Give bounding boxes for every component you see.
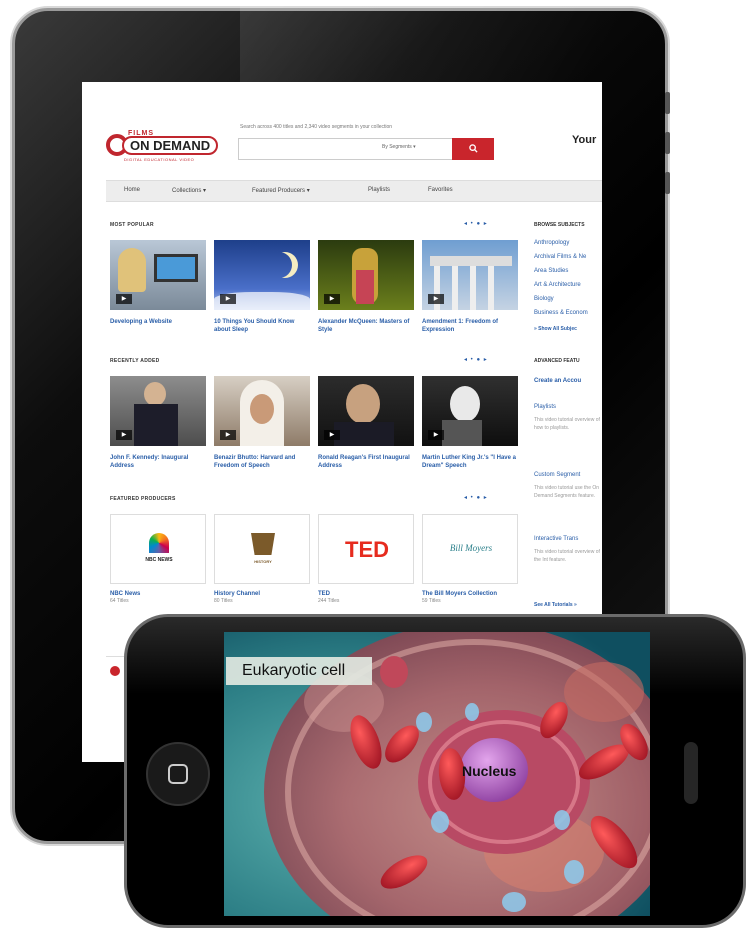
search-icon [468,144,478,153]
nav-featured-producers[interactable]: Featured Producers ▾ [252,187,310,194]
subject-link[interactable]: Business & Econom [534,310,588,316]
tablet-side-button [665,132,670,154]
browse-subjects-heading: BROWSE SUBJECTS [534,222,585,228]
site-logo[interactable]: FILMS ON DEMAND DIGITAL EDUCATIONAL VIDE… [106,130,224,166]
nav-collections[interactable]: Collections ▾ [172,187,206,194]
subject-link[interactable]: Anthropology [534,240,569,246]
producer-card[interactable]: NBC NEWS [110,514,206,584]
search-note: Search across 400 titles and 2,340 video… [240,124,393,130]
search-button[interactable] [452,138,494,160]
video-title[interactable]: Ronald Reagan's First Inaugural Address [318,454,416,470]
show-all-subjects-link[interactable]: » Show All Subjec [534,326,577,332]
carousel-arrows[interactable]: ◂ • ● ▸ [464,494,488,501]
producer-logo-text: HISTORY [254,559,272,564]
producer-card[interactable]: TED [318,514,414,584]
producer-card[interactable]: Bill Moyers [422,514,518,584]
recently-added-heading: RECENTLY ADDED [110,358,160,364]
advanced-features-heading: ADVANCED FEATU [534,358,580,364]
producer-count: 64 Titles [110,598,129,604]
video-title[interactable]: Benazir Bhutto: Harvard and Freedom of S… [214,454,312,470]
feature-title[interactable]: Interactive Trans [534,536,578,542]
video-title[interactable]: Alexander McQueen: Masters of Style [318,318,416,334]
video-title[interactable]: John F. Kennedy: Inaugural Address [110,454,208,470]
video-thumbnail[interactable]: ▶ [318,376,414,446]
producer-count: 244 Titles [318,598,340,604]
video-thumbnail[interactable]: ▶ [422,240,518,310]
producer-count: 59 Titles [422,598,441,604]
search-scope-select[interactable]: By Segments ▾ [382,144,416,150]
account-label[interactable]: Your [572,134,596,146]
video-thumbnail[interactable]: ▶ [422,376,518,446]
producer-name[interactable]: NBC News [110,590,208,598]
producer-card[interactable]: HISTORY [214,514,310,584]
phone-speaker [684,742,698,804]
search-input[interactable] [238,138,454,160]
subject-link[interactable]: Art & Architecture [534,282,581,288]
video-title[interactable]: 10 Things You Should Know about Sleep [214,318,312,334]
video-thumbnail[interactable]: ▶ [214,240,310,310]
nav-home[interactable]: Home [124,187,140,193]
feature-desc: This video tutorial use the On Demand Se… [534,485,600,499]
producer-name[interactable]: TED [318,590,416,598]
featured-producers-heading: FEATURED PRODUCERS [110,496,176,502]
producer-name[interactable]: History Channel [214,590,312,598]
feature-desc: This video tutorial overview of the Int … [534,549,600,563]
most-popular-heading: MOST POPULAR [110,222,154,228]
nav-playlists[interactable]: Playlists [368,187,390,193]
tablet-side-button [665,92,670,114]
video-thumbnail[interactable]: ▶ [318,240,414,310]
subject-link[interactable]: Biology [534,296,554,302]
video-thumbnail[interactable]: ▶ [110,376,206,446]
feature-desc: This video tutorial overview of how to p… [534,417,600,431]
video-caption-label: Eukaryotic cell [226,657,372,685]
carousel-arrows[interactable]: ◂ • ● ▸ [464,220,488,227]
create-account-link[interactable]: Create an Accou [534,378,581,384]
tablet-side-button [665,172,670,194]
logo-main-text: ON DEMAND [122,136,219,155]
main-nav: Home Collections ▾ Featured Producers ▾ … [106,180,602,202]
nav-favorites[interactable]: Favorites [428,187,453,193]
carousel-arrows[interactable]: ◂ • ● ▸ [464,356,488,363]
producer-logo-text: TED [345,537,389,562]
video-title[interactable]: Developing a Website [110,318,208,326]
subject-link[interactable]: Area Studies [534,268,568,274]
see-all-tutorials-link[interactable]: See All Tutorials » [534,602,577,608]
producer-logo-text: Bill Moyers [449,543,493,553]
feature-title[interactable]: Playlists [534,404,556,410]
nucleus-label: Nucleus [462,763,517,779]
home-button-icon [168,764,188,784]
producer-count: 80 Titles [214,598,233,604]
producer-logo-text: NBC NEWS [145,557,173,563]
video-title[interactable]: Martin Luther King Jr.'s "I Have a Dream… [422,454,520,470]
video-thumbnail[interactable]: ▶ [110,240,206,310]
logo-sub-text: DIGITAL EDUCATIONAL VIDEO [124,157,195,162]
video-title[interactable]: Amendment 1: Freedom of Expression [422,318,520,334]
footer-logo-icon [110,666,120,676]
feature-title[interactable]: Custom Segment [534,472,580,478]
producer-name[interactable]: The Bill Moyers Collection [422,590,520,598]
subject-link[interactable]: Archival Films & Ne [534,254,586,260]
video-thumbnail[interactable]: ▶ [214,376,310,446]
